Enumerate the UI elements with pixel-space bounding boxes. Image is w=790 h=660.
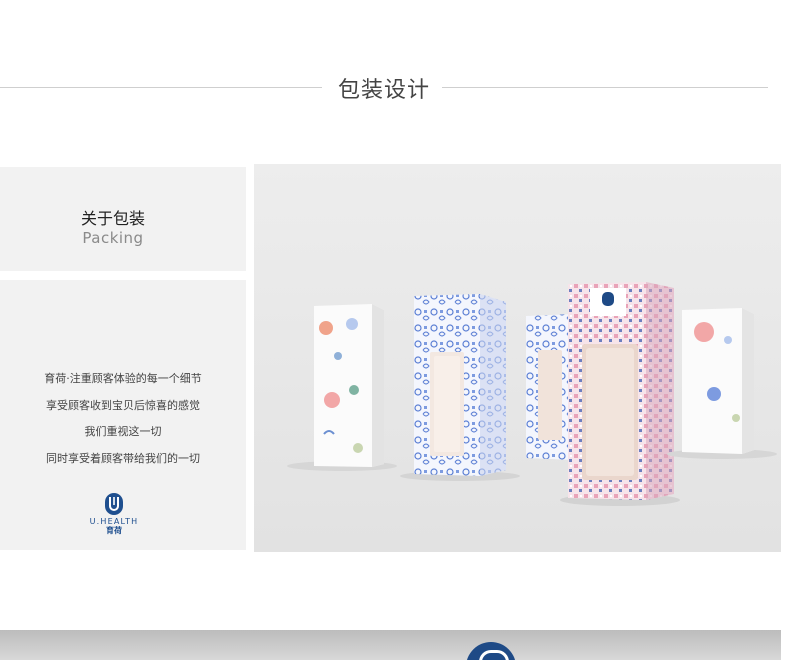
intro-panel: 关于包装 Packing bbox=[0, 167, 246, 271]
intro-title-en: Packing bbox=[82, 229, 144, 247]
section-title: 包装设计 bbox=[337, 78, 430, 103]
description-text: 育荷·注重顾客体验的每一个细节 享受顾客收到宝贝后惊喜的感觉 我们重视这一切 同… bbox=[0, 366, 246, 472]
packaging-photo bbox=[254, 164, 781, 552]
packaging-boxes-illustration bbox=[254, 164, 781, 552]
brand-logo: U.HEALTH 育荷 bbox=[83, 492, 145, 536]
logo-brand-zh: 育荷 bbox=[106, 526, 122, 535]
description-line: 享受顾客收到宝贝后惊喜的感觉 bbox=[46, 398, 200, 412]
section-header: 包装设计 bbox=[0, 68, 790, 108]
brand-emblem-icon bbox=[466, 642, 516, 660]
description-line: 同时享受着顾客带给我们的一切 bbox=[46, 451, 200, 465]
description-line: 我们重视这一切 bbox=[84, 425, 162, 438]
header-divider-left bbox=[0, 87, 322, 88]
description-line: 育荷·注重顾客体验的每一个细节 bbox=[44, 372, 202, 385]
next-section-preview bbox=[0, 630, 781, 660]
u-health-logo-icon bbox=[105, 493, 123, 515]
description-panel: 育荷·注重顾客体验的每一个细节 享受顾客收到宝贝后惊喜的感觉 我们重视这一切 同… bbox=[0, 280, 246, 550]
header-divider-right bbox=[442, 87, 768, 88]
intro-title-zh: 关于包装 bbox=[80, 209, 145, 228]
